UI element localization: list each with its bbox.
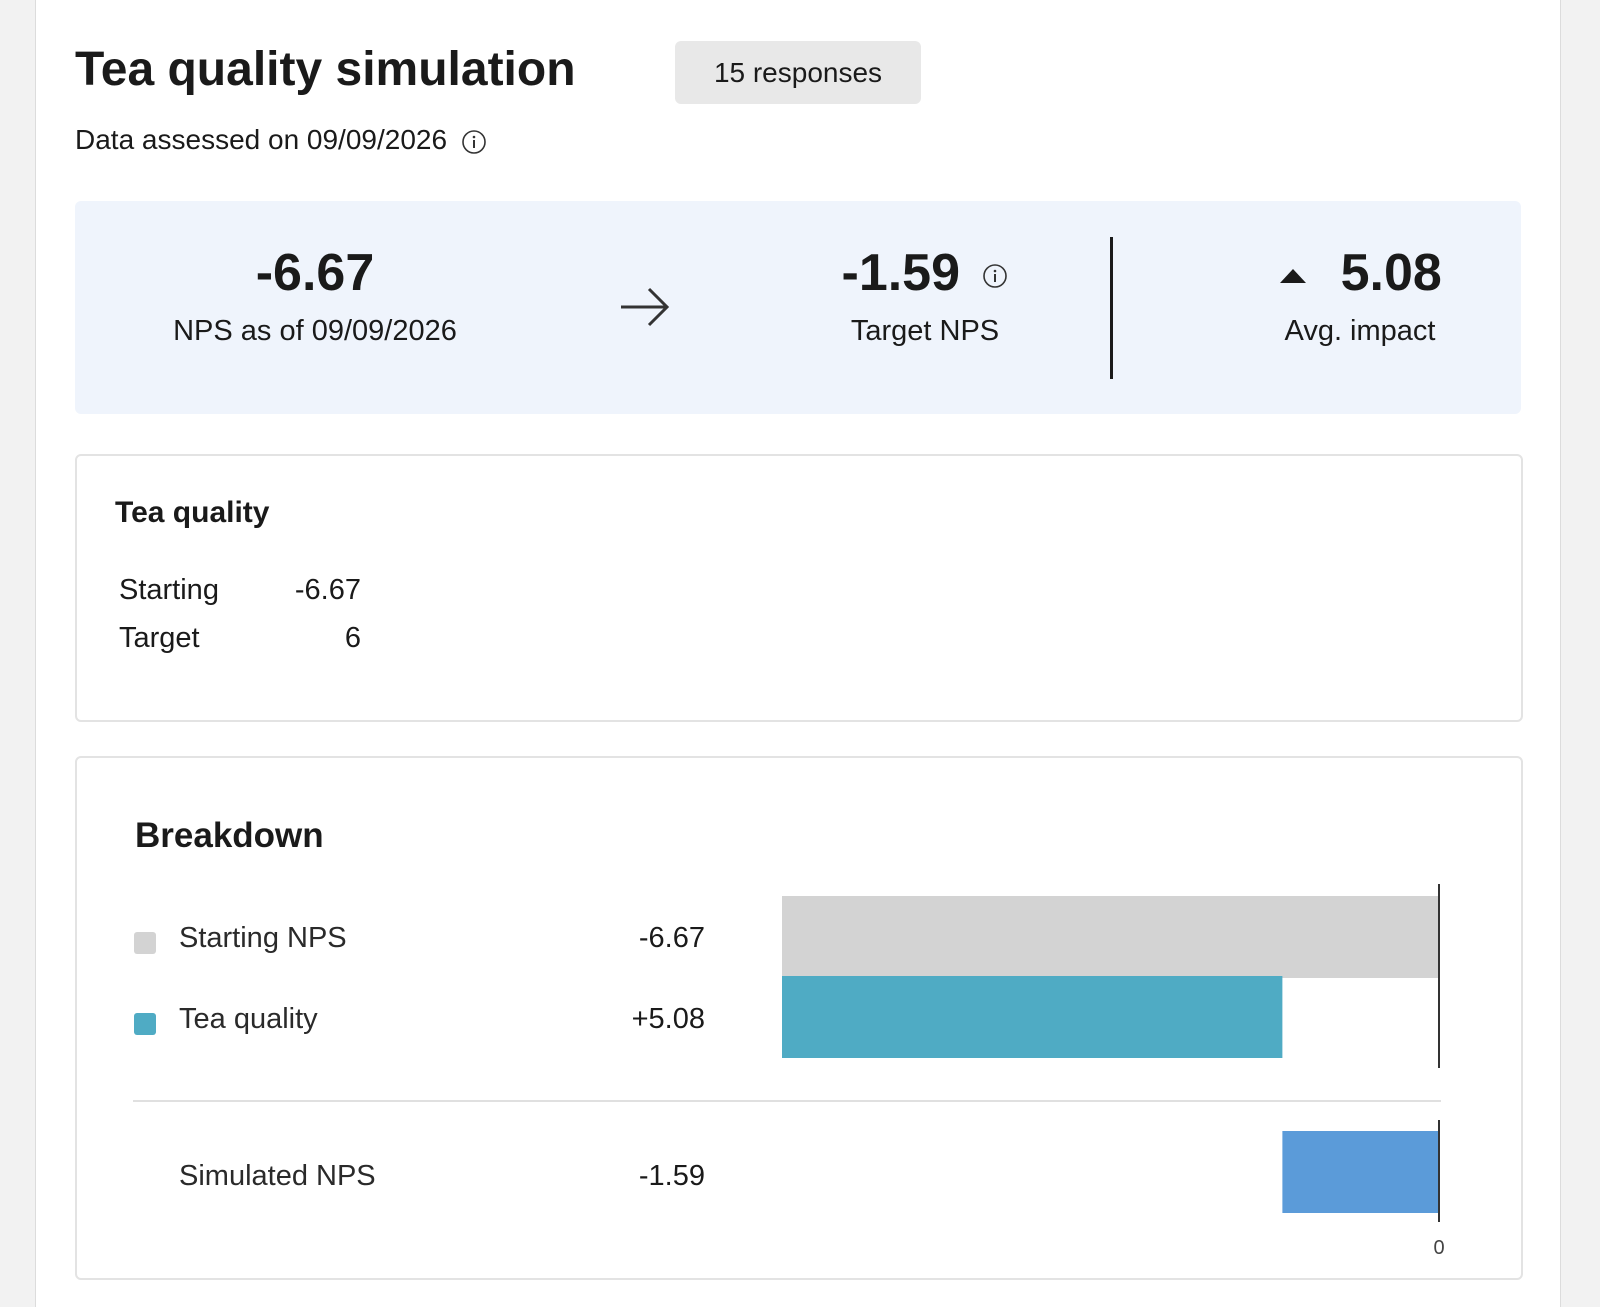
summary-banner: -6.67 NPS as of 09/09/2026 -1.59 Target … <box>75 201 1521 414</box>
caret-up-icon <box>1280 269 1307 284</box>
assessed-date: Data assessed on 09/09/2026 <box>75 120 487 160</box>
target-nps-metric: -1.59 Target NPS <box>775 241 1075 351</box>
breakdown-card: Breakdown Starting NPS -6.67 Tea quality… <box>75 756 1523 1280</box>
x-tick-label: 0 <box>1433 1237 1444 1259</box>
metric-divider <box>1110 237 1113 379</box>
responses-badge: 15 responses <box>675 41 921 104</box>
target-nps-value-row: -1.59 <box>775 241 1075 305</box>
starting-nps-label: NPS as of 09/09/2026 <box>173 315 457 347</box>
avg-impact-metric: 5.08 Avg. impact <box>1235 241 1485 351</box>
avg-impact-value-row: 5.08 <box>1235 241 1485 305</box>
driver-starting-value: -6.67 <box>294 574 361 606</box>
avg-impact-value: 5.08 <box>1340 244 1442 302</box>
arrow-right-icon <box>621 287 670 327</box>
bar-starting-nps <box>782 896 1439 978</box>
target-nps-label: Target NPS <box>850 315 1000 347</box>
starting-nps-value: -6.67 <box>255 244 375 302</box>
page-title: Tea quality simulation <box>75 43 576 96</box>
driver-card-title: Tea quality <box>115 496 270 529</box>
avg-impact-label: Avg. impact <box>1284 315 1436 347</box>
bar-tea-quality <box>782 976 1283 1058</box>
breakdown-chart: 0 <box>782 884 1445 1259</box>
driver-starting-label: Starting <box>119 574 219 606</box>
driver-card: Tea quality Starting -6.67 Target 6 <box>75 454 1523 722</box>
bar-simulated-nps <box>1282 1131 1439 1213</box>
simulation-panel: Tea quality simulation 15 responses Data… <box>35 0 1561 1307</box>
driver-target-label: Target <box>119 622 200 654</box>
driver-target-value: 6 <box>344 622 361 654</box>
starting-nps-metric: -6.67 NPS as of 09/09/2026 <box>155 241 475 351</box>
target-nps-value: -1.59 <box>841 244 961 302</box>
info-icon[interactable] <box>461 129 487 155</box>
assessed-text: Data assessed on 09/09/2026 <box>75 124 448 155</box>
info-icon[interactable] <box>982 263 1008 289</box>
